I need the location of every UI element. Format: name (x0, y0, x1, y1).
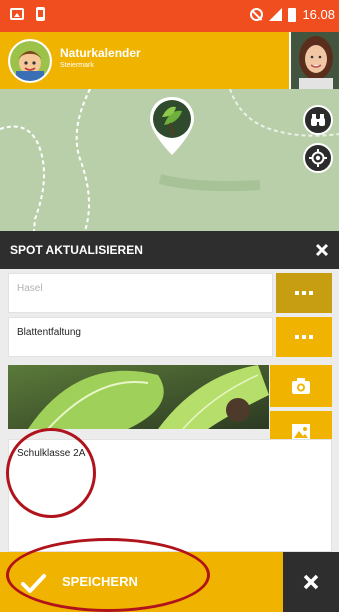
more-icon (295, 335, 299, 339)
plant-photo (8, 365, 269, 429)
dialog-close-button[interactable] (313, 241, 331, 259)
app-logo[interactable] (8, 39, 52, 83)
camera-button[interactable] (270, 365, 332, 407)
species-field[interactable]: Hasel (8, 273, 273, 313)
phase-field[interactable]: Blattentfaltung (8, 317, 273, 357)
signal-icon (269, 8, 283, 21)
camera-icon (292, 378, 310, 394)
app-title: Naturkalender (60, 46, 141, 60)
close-icon (303, 574, 319, 590)
battery-icon (36, 7, 45, 21)
dialog-title: SPOT AKTUALISIEREN (10, 243, 143, 257)
app-subtitle: Steiermark (60, 62, 94, 69)
image-icon (10, 8, 24, 20)
close-icon (315, 243, 329, 257)
locate-button[interactable] (303, 143, 333, 173)
phase-more-button[interactable] (276, 317, 332, 357)
battery-level-icon (288, 7, 297, 22)
dialog-header: SPOT AKTUALISIEREN (0, 231, 339, 269)
binoculars-button[interactable] (303, 105, 333, 135)
annotation-circle-save (6, 538, 210, 612)
close-button[interactable] (283, 552, 339, 612)
map-view[interactable] (0, 89, 339, 231)
app-bar: Naturkalender Steiermark (0, 32, 339, 89)
map-marker[interactable] (148, 95, 196, 157)
status-bar: 16.08 (0, 0, 339, 32)
dnd-icon (250, 8, 264, 21)
annotation-circle-notes (6, 428, 96, 518)
species-more-button[interactable] (276, 273, 332, 313)
status-time: 16.08 (302, 7, 335, 22)
more-icon (295, 291, 299, 295)
locate-icon (309, 149, 327, 167)
binoculars-icon (311, 114, 325, 126)
avatar[interactable] (289, 32, 339, 89)
